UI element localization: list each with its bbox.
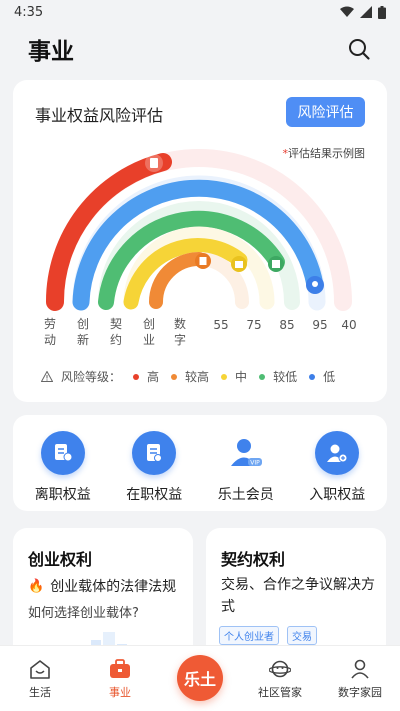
tab-life[interactable]: 生活 [5,646,75,700]
bottom-tab-bar: 生活 事业 乐土 社区管家 数字家园 [0,645,400,711]
battery-icon [378,5,386,19]
tag: 交易 [287,626,317,645]
status-time: 4:35 [14,4,44,20]
onboarding-rights-button[interactable]: 入职权益 [293,415,381,504]
contract-card-desc: 交易、合作之争议解决方式 [221,577,375,615]
legend-title: 风险等级： [61,370,122,384]
employment-doc-icon [147,444,163,462]
industry-label: 数字 [173,317,186,347]
marker-yellow-icon [231,256,247,272]
score-label: 85 [279,318,295,332]
briefcase-icon [110,659,130,678]
tab-label: 事业 [109,686,131,699]
tab-career[interactable]: 事业 [85,646,155,700]
signal-icon [360,6,372,18]
legend-item: 较高 [171,368,209,385]
legend-dot [221,373,228,380]
vip-member-icon: VIP [230,439,262,467]
arc-ring-orange [149,252,206,309]
legend-dot [171,373,178,380]
tag: 个人创业者 [219,626,279,645]
resignation-rights-label: 离职权益 [34,487,91,503]
startup-sub-item[interactable]: 如何选择创业载体? [28,602,139,621]
contract-card-title: 契约权利 [221,550,286,569]
letu-center-button[interactable]: 乐土 [177,655,223,701]
user-icon [351,659,369,679]
tab-digital-home[interactable]: 数字家园 [325,646,395,700]
employment-rights-label: 在职权益 [126,487,183,503]
legend-dot [259,373,266,380]
legend-item: 低 [309,368,335,385]
score-label: 75 [246,318,262,332]
employment-rights-button[interactable]: 在职权益 [110,415,198,504]
tab-label: 社区管家 [258,686,302,699]
home-icon [30,660,50,679]
risk-legend: 风险等级： 高 较高 中 较低 低 [41,368,335,385]
onboarding-user-icon [327,444,348,463]
warning-icon [41,371,53,382]
score-label: 55 [213,318,229,332]
marker-orange-icon [195,253,211,269]
search-icon [349,39,370,60]
score-label: 95 [312,318,328,332]
status-icons [340,5,386,19]
header: 事业 [0,24,400,74]
tab-label: 生活 [29,686,51,699]
tab-center[interactable]: 乐土 [165,646,235,701]
risk-arc-chart [45,149,352,311]
startup-hot-item[interactable]: 🔥 创业载体的法律法规 [28,576,176,596]
wifi-icon [340,6,354,17]
industry-label: 契约 [109,317,122,347]
resignation-rights-button[interactable]: 离职权益 [19,415,107,504]
legend-dot [309,373,316,380]
search-button[interactable] [346,36,372,62]
onboarding-rights-label: 入职权益 [309,487,366,503]
marker-blue-icon [306,276,324,294]
tab-label: 数字家园 [338,686,382,699]
risk-assessment-card: 事业权益风险评估 风险评估 *评估结果示例图 劳动 创新 契约 创业 数字 55… [13,80,387,402]
member-button[interactable]: VIP 乐土会员 [202,415,290,504]
industry-label: 创业 [142,317,155,347]
fire-icon: 🔥 [28,578,45,594]
legend-item: 较低 [259,368,297,385]
page-title: 事业 [28,39,74,65]
member-label: 乐土会员 [217,487,274,503]
tab-community[interactable]: 社区管家 [245,646,315,700]
marker-green-icon [268,256,284,272]
industry-label: 创新 [76,317,89,347]
startup-card-title: 创业权利 [28,550,93,569]
industry-label: 劳动 [43,317,56,347]
svg-text:VIP: VIP [250,460,260,467]
legend-item: 高 [133,368,159,385]
industry-labels: 劳动 创新 契约 创业 数字 [43,316,223,350]
contract-tags: 个人创业者 交易 [219,626,317,645]
community-planet-icon [269,660,291,678]
status-bar: 4:35 [0,0,400,24]
legend-dot [133,373,140,380]
legend-item: 中 [221,368,247,385]
score-label: 40 [341,318,357,332]
marker-red-icon [145,154,163,172]
rights-shortcuts: 离职权益 在职权益 VIP 乐土会员 入职权益 [13,415,387,511]
resignation-doc-icon [54,444,73,462]
